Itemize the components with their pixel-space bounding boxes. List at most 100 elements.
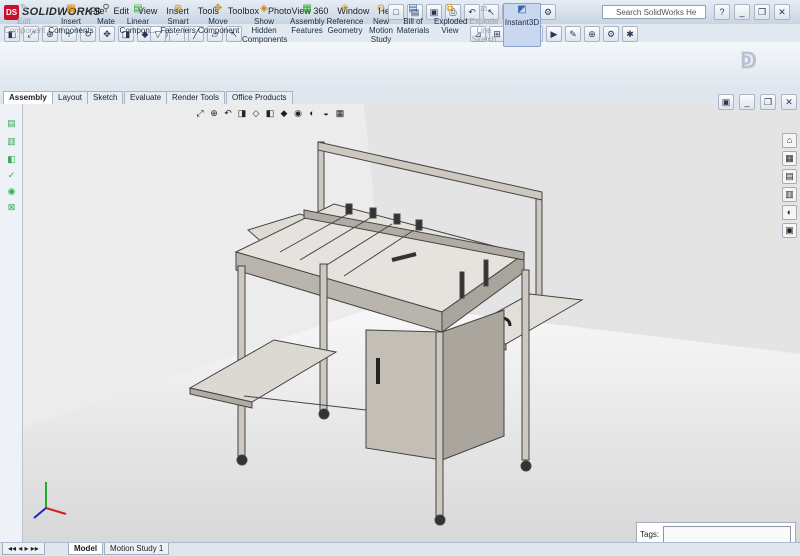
dimxpert-icon[interactable]: ✓ <box>6 170 17 181</box>
stop-post-1 <box>459 271 465 299</box>
move-component-icon: ✥ <box>213 3 223 14</box>
instant3d-icon: ◩ <box>517 4 527 15</box>
linear-pattern-button[interactable]: ▤ Linear Compon... <box>118 3 158 35</box>
settings-icon[interactable]: ⚙ <box>603 26 619 42</box>
caster-4 <box>520 460 532 472</box>
custom-properties-icon[interactable]: ▣ <box>782 223 797 238</box>
zoom-area-icon[interactable]: ⊕ <box>209 108 219 118</box>
linear-pattern-icon: ▤ <box>133 3 143 14</box>
graphics-viewport[interactable] <box>4 104 800 542</box>
addins-icon[interactable]: ⊕ <box>584 26 600 42</box>
tab-nav-arrows-icon[interactable]: ◂◂ ◂ ▸ ▸▸ <box>2 543 45 555</box>
caster-1 <box>236 454 248 466</box>
tab-render-tools[interactable]: Render Tools <box>166 91 225 104</box>
display-style-icon[interactable]: ◆ <box>279 108 289 118</box>
apply-scene-icon[interactable]: ◒ <box>321 108 331 118</box>
expand-panel-icon[interactable]: ⊠ <box>6 202 17 213</box>
bill-of-materials-button[interactable]: ▤ Bill of Materials <box>396 3 430 35</box>
tab-sketch[interactable]: Sketch <box>87 91 124 104</box>
cabinet-side <box>441 309 505 461</box>
tab-assembly[interactable]: Assembly <box>3 91 53 104</box>
new-motion-study-button[interactable]: ⊙ New Motion Study <box>368 3 394 44</box>
feature-tree-icon[interactable]: ▤ <box>6 118 17 129</box>
task-pane-tabs: ⌂ ▦ ▤ ▥ ◐ ▣ <box>780 130 798 241</box>
viewport-close-icon[interactable]: ✕ <box>781 94 797 110</box>
restore-icon[interactable]: ❐ <box>754 4 770 20</box>
explode-line-sketch-button[interactable]: ⧄ Explode Line Sketch <box>468 3 500 44</box>
smart-fasteners-button[interactable]: ⊛ Smart Fasteners <box>160 3 196 35</box>
exploded-view-icon: ⧉ <box>446 3 454 14</box>
dynamic-annotation-icon[interactable]: ◇ <box>251 108 261 118</box>
viewport-restore-icon[interactable]: ❐ <box>760 94 776 110</box>
window-controls: ? _ ❐ ✕ <box>714 4 790 20</box>
leg-rear-right <box>521 269 530 461</box>
mate-button[interactable]: ⚲ Mate <box>95 3 117 26</box>
design-library-icon[interactable]: ▦ <box>782 151 797 166</box>
caster-3 <box>434 514 446 526</box>
leg-front-right <box>435 331 444 519</box>
motion-study-icon: ⊙ <box>376 3 386 14</box>
display-manager-icon[interactable]: ◉ <box>6 186 17 197</box>
edit-appearance-icon[interactable]: ◐ <box>307 108 317 118</box>
show-hidden-components-button[interactable]: ◈ Show Hidden Components <box>242 3 287 44</box>
tab-layout[interactable]: Layout <box>52 91 89 104</box>
reference-geometry-icon: ✳ <box>340 3 350 14</box>
assembly-features-button[interactable]: ▦ Assembly Features <box>290 3 325 35</box>
tab-office-products[interactable]: Office Products <box>226 91 293 104</box>
tags-label: Tags: <box>640 530 660 539</box>
smart-fasteners-icon: ⊛ <box>173 3 183 14</box>
tab-motion-study[interactable]: Motion Study 1 <box>104 543 170 555</box>
move-component-button[interactable]: ✥ Move Component <box>198 3 239 35</box>
pan-icon[interactable]: ✥ <box>99 26 115 42</box>
configuration-manager-icon[interactable]: ◧ <box>6 154 17 165</box>
file-explorer-icon[interactable]: ▤ <box>782 169 797 184</box>
insert-components-button[interactable]: ▦ Insert Components <box>48 3 94 35</box>
hide-show-items-icon[interactable]: ◉ <box>293 108 303 118</box>
zoom-to-fit-icon[interactable]: ⤢ <box>195 108 205 118</box>
caster-2 <box>318 408 330 420</box>
bottom-tabs: ◂◂ ◂ ▸ ▸▸ Model Motion Study 1 <box>0 542 800 556</box>
previous-view-icon[interactable]: ↶ <box>223 108 233 118</box>
clamp-3 <box>393 213 401 225</box>
viewport-split-icon[interactable]: ▣ <box>718 94 734 110</box>
view-orientation-icon[interactable]: ◧ <box>265 108 275 118</box>
explode-line-icon: ⧄ <box>480 3 488 14</box>
view-settings-icon[interactable]: ▦ <box>335 108 345 118</box>
command-tabs: Assembly Layout Sketch Evaluate Render T… <box>0 90 800 104</box>
exploded-view-button[interactable]: ⧉ Exploded View <box>434 3 467 35</box>
customize-icon[interactable]: ✎ <box>565 26 581 42</box>
tab-evaluate[interactable]: Evaluate <box>124 91 168 104</box>
feature-manager-collapsed: ▤ ▥ ◧ ✓ ◉ ⊠ <box>0 104 23 542</box>
assembly-model <box>4 104 800 542</box>
mate-icon: ⚲ <box>102 3 110 14</box>
section-view-icon[interactable]: ◨ <box>237 108 247 118</box>
edit-component-icon: ✎ <box>19 3 29 14</box>
clamp-2 <box>369 207 377 219</box>
view-palette-icon[interactable]: ▥ <box>782 187 797 202</box>
insert-components-icon: ▦ <box>66 3 76 14</box>
heads-up-view-toolbar: ⤢ ⊕ ↶ ◨ ◇ ◧ ◆ ◉ ◐ ◒ ▦ <box>195 108 345 118</box>
close-icon[interactable]: ✕ <box>774 4 790 20</box>
clamp-4 <box>415 219 423 231</box>
leg-rear-left <box>319 263 328 413</box>
resources-tab-icon[interactable]: ⌂ <box>782 133 797 148</box>
resources-icon[interactable]: ✱ <box>622 26 638 42</box>
ds-watermark-icon: ↁ <box>740 48 757 73</box>
stop-post-2 <box>483 259 489 287</box>
search-input[interactable]: Search SolidWorks He <box>602 5 706 19</box>
clamp-1 <box>345 203 353 215</box>
show-hidden-icon: ◈ <box>260 3 268 14</box>
edit-component-button[interactable]: ✎ Edit Component <box>4 3 45 35</box>
instant3d-button[interactable]: ◩ Instant3D <box>503 3 541 47</box>
tab-model[interactable]: Model <box>68 543 104 555</box>
viewport-minimize-icon[interactable]: _ <box>739 94 755 110</box>
macro-icon[interactable]: ▶ <box>546 26 562 42</box>
reference-geometry-button[interactable]: ✳ Reference Geometry <box>326 3 364 35</box>
command-manager <box>0 42 800 91</box>
upright-right <box>535 191 543 303</box>
property-manager-icon[interactable]: ▥ <box>6 136 17 147</box>
minimize-icon[interactable]: _ <box>734 4 750 20</box>
appearances-icon[interactable]: ◐ <box>782 205 797 220</box>
options-icon[interactable]: ⚙ <box>540 4 556 20</box>
help-icon[interactable]: ? <box>714 4 730 20</box>
